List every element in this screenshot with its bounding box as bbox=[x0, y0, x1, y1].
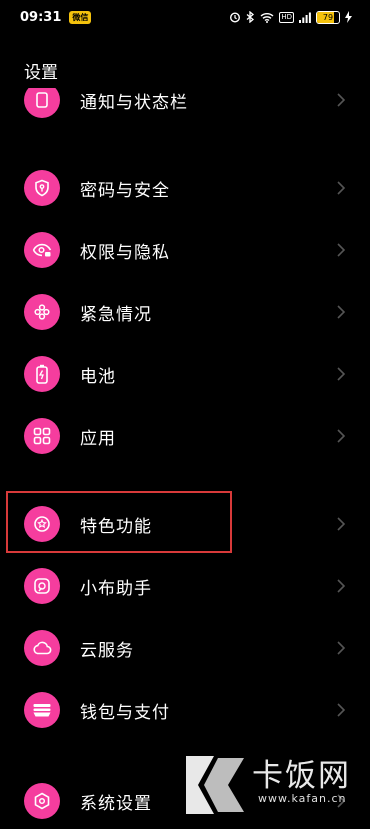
settings-item-permissions-privacy[interactable]: 权限与隐私 bbox=[0, 222, 370, 278]
item-label: 应用 bbox=[80, 428, 116, 449]
apps-grid-icon bbox=[24, 418, 60, 454]
battery-percent: 79 bbox=[322, 12, 334, 22]
chevron-right-icon bbox=[337, 93, 346, 107]
item-label: 紧急情况 bbox=[80, 304, 152, 325]
settings-item-assistant[interactable]: 小布助手 bbox=[0, 558, 370, 614]
battery-indicator: 79 bbox=[316, 10, 340, 24]
item-label: 云服务 bbox=[80, 640, 134, 661]
chevron-right-icon bbox=[337, 641, 346, 655]
bluetooth-icon bbox=[246, 11, 255, 23]
assistant-icon bbox=[24, 568, 60, 604]
watermark: 卡饭网 www.kafan.cn bbox=[184, 748, 370, 822]
alarm-icon bbox=[229, 11, 241, 23]
item-label: 钱包与支付 bbox=[80, 702, 170, 723]
item-label: 权限与隐私 bbox=[80, 242, 170, 263]
charging-icon bbox=[345, 11, 352, 23]
status-bar: 09:31 微信 HD 79 bbox=[0, 0, 370, 34]
partial-list-item[interactable]: 通知与状态栏 bbox=[0, 88, 370, 118]
settings-item-password-security[interactable]: 密码与安全 bbox=[0, 160, 370, 216]
chevron-right-icon bbox=[337, 517, 346, 531]
kafan-logo-icon bbox=[186, 756, 244, 814]
watermark-text: 卡饭网 bbox=[252, 758, 351, 794]
chevron-right-icon bbox=[337, 579, 346, 593]
eye-lock-icon bbox=[24, 232, 60, 268]
watermark-url: www.kafan.cn bbox=[258, 792, 347, 805]
chevron-right-icon bbox=[337, 367, 346, 381]
item-label: 通知与状态栏 bbox=[80, 92, 188, 113]
settings-item-apps[interactable]: 应用 bbox=[0, 408, 370, 464]
page-title: 设置 bbox=[24, 63, 58, 83]
hd-indicator: HD bbox=[279, 11, 294, 23]
chevron-right-icon bbox=[337, 703, 346, 717]
shield-key-icon bbox=[24, 170, 60, 206]
notification-badge: 微信 bbox=[69, 10, 92, 24]
settings-item-emergency[interactable]: 紧急情况 bbox=[0, 284, 370, 340]
wallet-icon bbox=[24, 692, 60, 728]
item-label: 系统设置 bbox=[80, 793, 152, 814]
chevron-right-icon bbox=[337, 429, 346, 443]
signal-icon bbox=[299, 12, 311, 23]
chevron-right-icon bbox=[337, 243, 346, 257]
wifi-icon bbox=[260, 12, 274, 23]
item-label: 密码与安全 bbox=[80, 180, 170, 201]
notification-icon bbox=[24, 88, 60, 118]
settings-item-battery[interactable]: 电池 bbox=[0, 346, 370, 402]
settings-item-cloud[interactable]: 云服务 bbox=[0, 620, 370, 676]
item-label: 小布助手 bbox=[80, 578, 152, 599]
highlight-annotation bbox=[6, 491, 232, 553]
cloud-icon bbox=[24, 630, 60, 666]
status-time: 09:31 bbox=[20, 9, 62, 25]
asterisk-icon bbox=[24, 294, 60, 330]
settings-item-wallet[interactable]: 钱包与支付 bbox=[0, 682, 370, 738]
hexagon-settings-icon bbox=[24, 783, 60, 819]
item-label: 电池 bbox=[80, 366, 116, 387]
chevron-right-icon bbox=[337, 181, 346, 195]
battery-icon bbox=[24, 356, 60, 392]
chevron-right-icon bbox=[337, 305, 346, 319]
